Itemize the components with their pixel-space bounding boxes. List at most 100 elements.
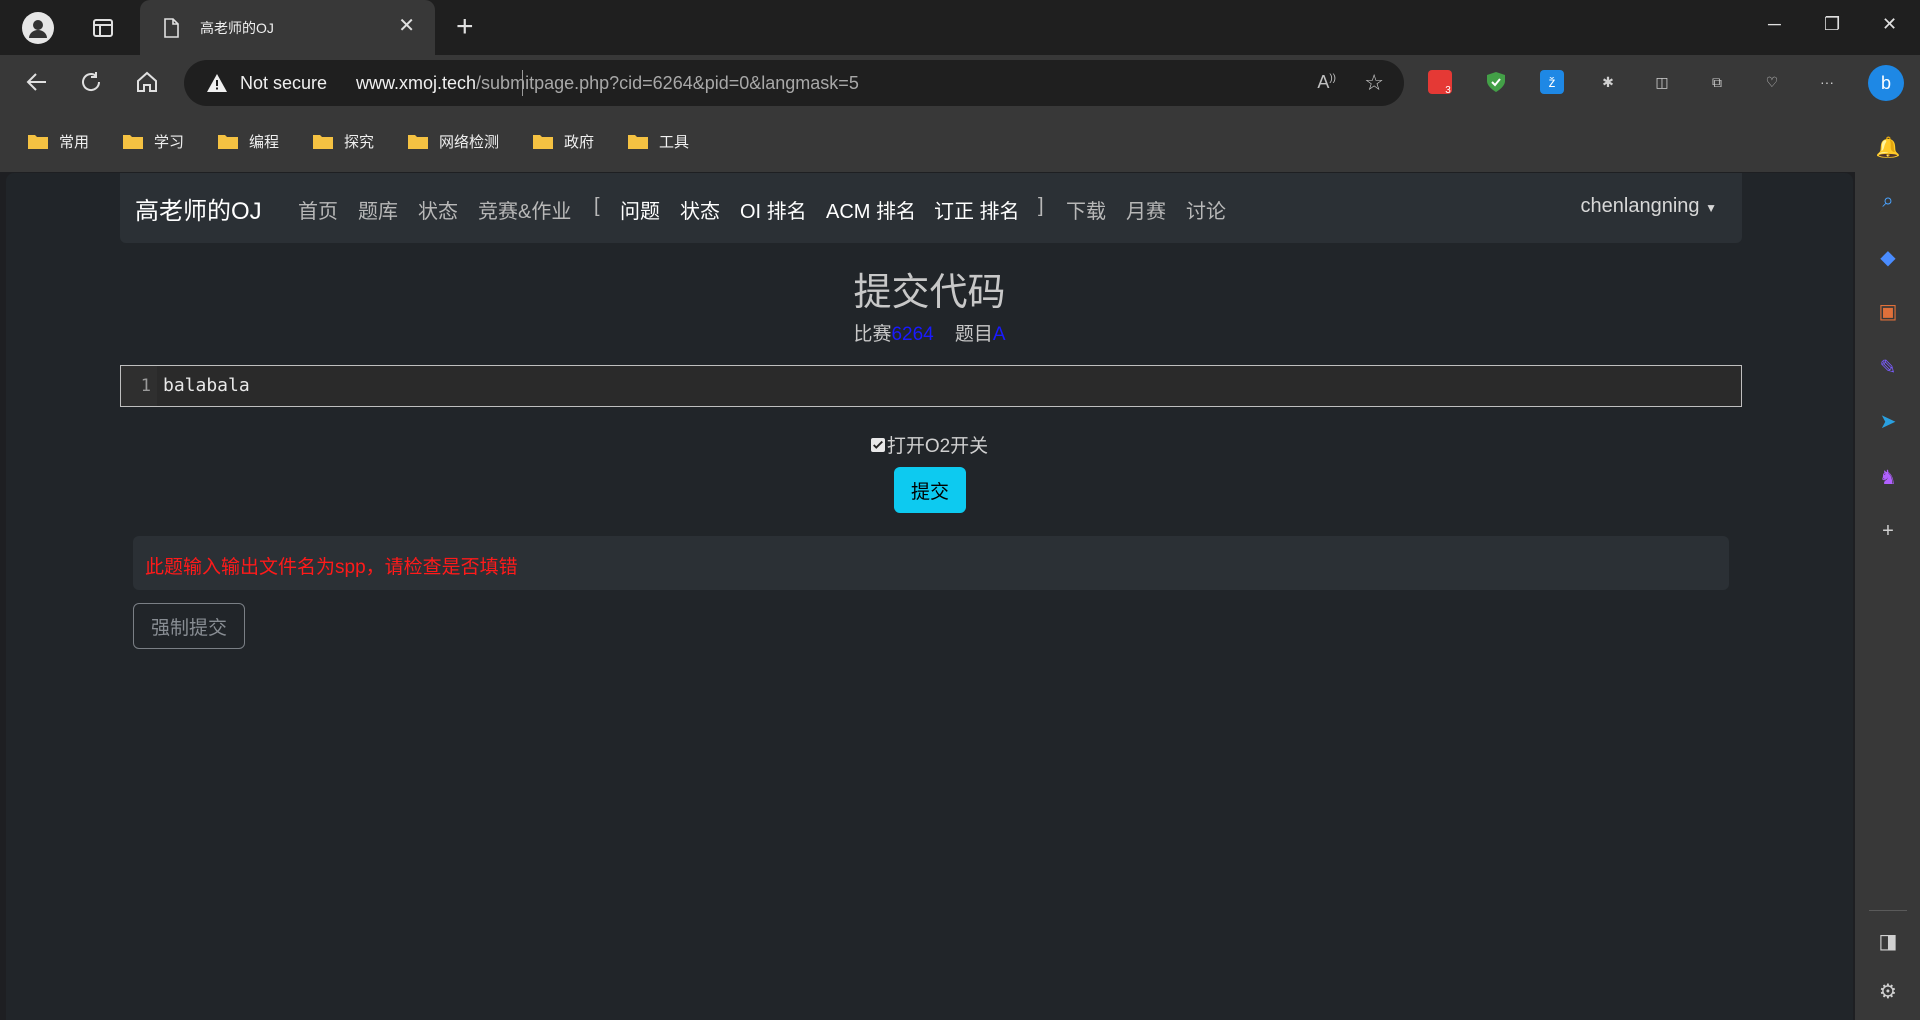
collections-icon[interactable]: ⧉	[1705, 70, 1729, 94]
force-submit-button[interactable]: 强制提交	[133, 603, 245, 649]
profile-avatar[interactable]	[22, 12, 54, 44]
address-bar[interactable]: Not secure www.xmoj.tech/submitpage.php?…	[184, 60, 1404, 106]
folder-icon	[28, 134, 48, 149]
hide-sidebar-icon[interactable]: ◨	[1875, 928, 1901, 954]
bookmark-label: 探究	[344, 133, 375, 151]
favorite-star-icon[interactable]: ☆	[1364, 70, 1384, 96]
nav-fix-rank[interactable]: 订正 排名	[934, 195, 1020, 224]
line-number: 1	[121, 366, 157, 406]
split-screen-icon[interactable]: ◫	[1650, 70, 1674, 94]
send-icon[interactable]: ➤	[1875, 408, 1901, 434]
nav-contest-status[interactable]: 状态	[680, 195, 720, 224]
tools-icon[interactable]: ▣	[1875, 298, 1901, 324]
games-icon[interactable]: ♞	[1875, 464, 1901, 490]
bookmark-label: 编程	[249, 133, 280, 151]
problem-label: 题目	[954, 324, 993, 345]
active-tab[interactable]: 高老师的OJ ✕	[140, 0, 435, 55]
bookmark-folder[interactable]: 工具	[627, 130, 689, 152]
read-aloud-icon[interactable]: A))	[1317, 72, 1336, 93]
folder-icon	[123, 134, 143, 149]
notifications-icon[interactable]: 🔔	[1875, 134, 1901, 160]
minimize-icon[interactable]: ─	[1768, 14, 1781, 35]
security-label[interactable]: Not secure	[240, 73, 327, 94]
bookmark-label: 政府	[564, 133, 595, 151]
bookmark-folder[interactable]: 探究	[312, 130, 374, 152]
username: chenlangning	[1580, 195, 1700, 217]
bookmarks-bar: 常用 学习 编程 探究 网络检测 政府 工具	[0, 110, 1920, 172]
contest-label: 比赛	[853, 324, 892, 345]
z-extension-icon[interactable]: ž	[1540, 70, 1564, 94]
nav-acm-rank[interactable]: ACM 排名	[826, 195, 916, 224]
add-sidebar-app-icon[interactable]: +	[1875, 518, 1901, 544]
nav-contest-problems[interactable]: 问题	[620, 195, 660, 224]
nav-home[interactable]: 首页	[298, 195, 338, 224]
folder-icon	[628, 134, 648, 149]
folder-icon	[313, 134, 333, 149]
back-icon[interactable]	[24, 69, 50, 95]
nav-bracket-open: [	[594, 195, 600, 217]
submit-button[interactable]: 提交	[894, 467, 966, 513]
nav-download[interactable]: 下载	[1066, 195, 1106, 224]
shield-icon[interactable]	[1484, 70, 1508, 94]
search-icon[interactable]: ⌕	[1875, 188, 1901, 214]
nav-bracket-close: ]	[1038, 195, 1044, 217]
compose-icon[interactable]: ✎	[1875, 354, 1901, 380]
checkmark-icon	[872, 440, 883, 449]
bookmark-folder[interactable]: 学习	[122, 130, 184, 152]
tab-bar: 高老师的OJ ✕ + ─ ❐ ✕	[0, 0, 1920, 55]
page-content: 高老师的OJ 首页 题库 状态 竞赛&作业 [ 问题 状态 OI 排名 ACM …	[6, 173, 1853, 1020]
page-icon	[164, 18, 179, 38]
problem-link[interactable]: A	[993, 324, 1006, 345]
ext-red-badge-icon[interactable]: 3	[1428, 70, 1452, 96]
url-text[interactable]: www.xmoj.tech/submitpage.php?cid=6264&pi…	[356, 73, 859, 94]
more-menu-icon[interactable]: ···	[1815, 70, 1839, 94]
close-tab-icon[interactable]: ✕	[398, 14, 415, 38]
restore-icon[interactable]: ❐	[1824, 14, 1840, 35]
warning-alert: 此题输入输出文件名为spp，请检查是否填错	[133, 536, 1729, 590]
tab-actions-icon[interactable]	[92, 17, 114, 39]
code-line[interactable]: balabala	[163, 366, 250, 406]
nav-monthly[interactable]: 月赛	[1126, 195, 1166, 224]
o2-checkbox[interactable]	[870, 437, 885, 452]
user-dropdown[interactable]: chenlangning ▼	[1581, 195, 1717, 218]
nav-discuss[interactable]: 讨论	[1186, 195, 1226, 224]
o2-option: 打开O2开关	[6, 431, 1853, 458]
new-tab-icon[interactable]: +	[456, 12, 474, 42]
bookmark-label: 学习	[154, 133, 185, 151]
nav-problems[interactable]: 题库	[358, 195, 398, 224]
contest-link[interactable]: 6264	[891, 324, 933, 345]
folder-icon	[218, 134, 238, 149]
nav-contest[interactable]: 竞赛&作业	[478, 195, 571, 224]
nav-status[interactable]: 状态	[418, 195, 458, 224]
home-icon[interactable]	[134, 69, 160, 95]
folder-icon	[533, 134, 553, 149]
ext-badge: 3	[1445, 84, 1451, 96]
edge-sidebar: 🔔 ⌕ ◆ ▣ ✎ ➤ ♞ + ◨ ⚙	[1855, 110, 1920, 1020]
performance-icon[interactable]: ♡	[1760, 70, 1784, 94]
shopping-tag-icon[interactable]: ◆	[1875, 244, 1901, 270]
bookmark-folder[interactable]: 常用	[27, 130, 89, 152]
bookmark-label: 网络检测	[439, 133, 500, 151]
nav-oi-rank[interactable]: OI 排名	[740, 195, 807, 224]
copilot-icon[interactable]: b	[1868, 65, 1904, 101]
person-icon	[29, 20, 47, 38]
o2-label[interactable]: 打开O2开关	[887, 431, 988, 458]
tab-title: 高老师的OJ	[200, 20, 274, 36]
warning-message: 此题输入输出文件名为spp，请检查是否填错	[145, 557, 518, 578]
browser-toolbar: Not secure www.xmoj.tech/submitpage.php?…	[0, 55, 1920, 110]
site-brand[interactable]: 高老师的OJ	[135, 191, 262, 226]
folder-icon	[408, 134, 428, 149]
code-editor[interactable]: 1 balabala	[120, 365, 1742, 407]
bookmark-folder[interactable]: 网络检测	[407, 130, 499, 152]
extensions-icon[interactable]: ✱	[1596, 70, 1620, 94]
bookmark-folder[interactable]: 编程	[217, 130, 279, 152]
url-path: /submitpage.php?cid=6264&pid=0&langmask=…	[476, 73, 859, 93]
bookmark-folder[interactable]: 政府	[532, 130, 594, 152]
caret-down-icon: ▼	[1705, 201, 1717, 215]
settings-gear-icon[interactable]: ⚙	[1875, 978, 1901, 1004]
refresh-icon[interactable]	[78, 69, 104, 95]
close-window-icon[interactable]: ✕	[1882, 14, 1897, 35]
warning-icon[interactable]	[206, 73, 228, 93]
bookmark-label: 工具	[659, 133, 690, 151]
contest-problem-line: 比赛6264 题目A	[6, 319, 1853, 346]
